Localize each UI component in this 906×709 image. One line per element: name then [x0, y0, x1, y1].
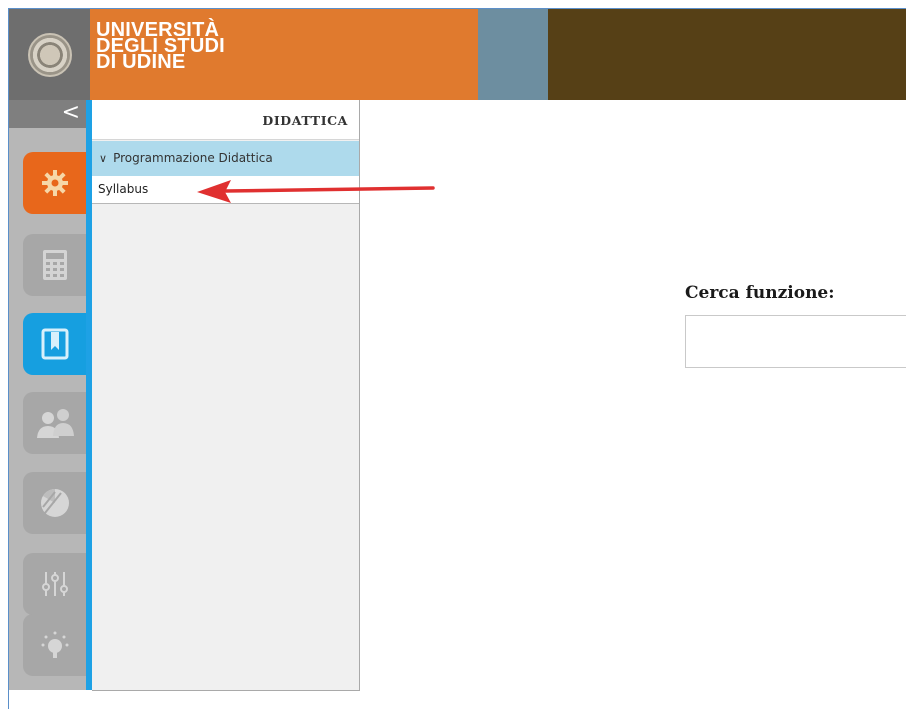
- pie-chart-icon: [41, 489, 69, 517]
- sidebar-group-label: Programmazione Didattica: [113, 151, 273, 165]
- module-tile-research[interactable]: [23, 614, 87, 676]
- header-bar: UNIVERSITÀ DEGLI STUDI DI UDINE: [9, 9, 906, 100]
- search-function-input[interactable]: [685, 315, 906, 368]
- book-icon: [41, 328, 69, 360]
- module-tile-reports[interactable]: [23, 472, 87, 534]
- module-tile-didattica[interactable]: [23, 313, 87, 375]
- users-icon: [37, 409, 74, 438]
- module-rail: <: [9, 100, 87, 690]
- seal-icon: [27, 32, 72, 77]
- module-tile-configuration[interactable]: [23, 553, 87, 615]
- sidebar-group-programmazione-didattica[interactable]: ∨ Programmazione Didattica: [92, 141, 359, 176]
- calculator-icon: [43, 250, 67, 280]
- university-seal-logo[interactable]: [9, 9, 90, 100]
- module-tile-accounting[interactable]: [23, 234, 87, 296]
- module-tile-personnel[interactable]: [23, 392, 87, 454]
- sliders-icon: [42, 572, 68, 596]
- annotation-arrow: [197, 180, 435, 203]
- module-tile-settings[interactable]: [23, 152, 87, 214]
- search-label: Cerca funzione:: [685, 283, 835, 303]
- chevron-down-icon: ∨: [99, 152, 108, 165]
- lamp-icon: [41, 631, 69, 658]
- header-accent-block: [478, 9, 548, 100]
- gear-icon: [42, 170, 68, 196]
- sidebar-title: DIDATTICA: [92, 100, 359, 140]
- collapse-sidebar-button[interactable]: <: [9, 100, 86, 128]
- university-brand[interactable]: UNIVERSITÀ DEGLI STUDI DI UDINE: [90, 9, 478, 100]
